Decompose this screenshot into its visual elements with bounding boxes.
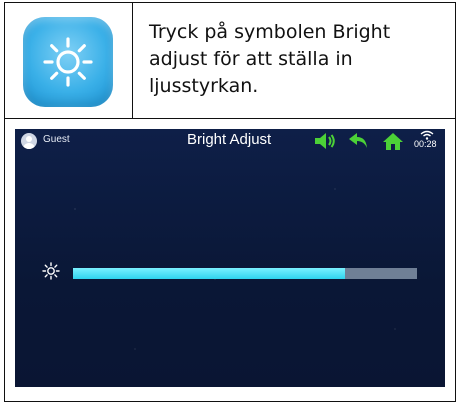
icon-cell — [5, 3, 133, 118]
screen-title: Bright Adjust — [187, 131, 272, 148]
back-icon[interactable] — [348, 132, 370, 150]
avatar[interactable] — [21, 133, 37, 149]
instruction-row: Tryck på symbolen Bright adjust för att … — [5, 3, 455, 119]
brightness-slider[interactable] — [73, 268, 417, 279]
instruction-card: Tryck på symbolen Bright adjust för att … — [4, 2, 456, 402]
status-bar: Guest Bright Adjust 00:28 — [15, 129, 445, 153]
brightness-slider-row — [15, 261, 445, 281]
home-icon[interactable] — [382, 132, 404, 151]
volume-icon[interactable] — [313, 132, 337, 150]
instruction-line-3: ljusstyrkan. — [149, 75, 259, 97]
bright-adjust-app-icon[interactable] — [23, 17, 113, 107]
user-label: Guest — [43, 134, 70, 145]
sun-icon — [43, 37, 93, 87]
instruction-line-1: Tryck på symbolen Bright — [149, 21, 391, 43]
brightness-level-fill — [73, 268, 345, 279]
device-screen: Guest Bright Adjust 00:28 — [15, 129, 445, 387]
clock: 00:28 — [414, 139, 437, 149]
instruction-text: Tryck på symbolen Bright adjust för att … — [149, 19, 439, 100]
screen-background — [15, 129, 445, 387]
instruction-line-2: adjust för att ställa in — [149, 48, 353, 70]
sun-icon — [42, 262, 60, 280]
